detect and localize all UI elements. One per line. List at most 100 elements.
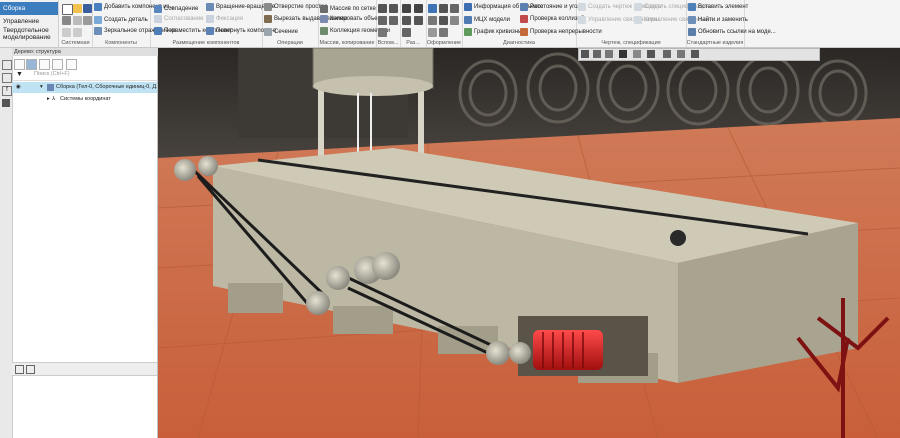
properties-icon[interactable] <box>2 73 12 83</box>
search-input[interactable]: Поиск (Ctrl+F) <box>34 71 70 77</box>
point-icon[interactable] <box>378 16 387 25</box>
group-placement: Совпадение Вращение-вращение Согласовани… <box>150 0 277 47</box>
filter-icon[interactable] <box>663 50 671 58</box>
group-label-standard: Стандартные изделия <box>686 40 744 46</box>
tree-group-icon[interactable] <box>52 59 63 70</box>
section-view-icon[interactable] <box>647 50 655 58</box>
curvature-graph-button[interactable]: График кривизны <box>464 28 522 36</box>
dimension-icon[interactable] <box>402 4 411 13</box>
distance-angle-button[interactable]: Расстояние и угол <box>520 3 581 11</box>
create-part-button[interactable]: Создать деталь <box>94 16 148 24</box>
compliance-button[interactable]: Согласование <box>154 15 203 23</box>
group-label-components: Компоненты <box>105 40 137 46</box>
tree-structure-icon[interactable] <box>26 59 37 70</box>
print-icon[interactable] <box>62 16 71 25</box>
group-label-design: Оформление <box>426 40 462 46</box>
group-auxiliary: Вспом... <box>376 0 401 47</box>
text-icon[interactable] <box>439 4 448 13</box>
distance-angle-label: Расстояние и угол <box>530 4 581 10</box>
info-icon <box>464 3 472 11</box>
redo-icon[interactable] <box>73 28 82 37</box>
update-links-label: Обновить ссылки на моде... <box>698 29 776 35</box>
cut-extrude-icon <box>264 15 272 23</box>
tree-toolbar <box>12 57 157 70</box>
group-label-system: Системная <box>61 40 90 46</box>
rotation-icon <box>206 3 214 11</box>
links-icon <box>578 16 586 24</box>
plane-icon[interactable] <box>378 4 387 13</box>
group-label-operations: Операции <box>277 40 303 46</box>
new-document-icon[interactable] <box>62 4 73 15</box>
tab-management[interactable]: Управление <box>0 17 58 26</box>
base-icon[interactable] <box>439 16 448 25</box>
display-style-icon[interactable] <box>633 50 641 58</box>
tree-sort-icon[interactable] <box>66 59 77 70</box>
camera-icon[interactable] <box>691 50 699 58</box>
insert-element-button[interactable]: Вставить элемент <box>688 3 748 11</box>
section-button[interactable]: Сечение <box>264 28 298 36</box>
rotate-view-icon[interactable] <box>605 50 613 58</box>
group-dimensions: Раз... <box>400 0 427 47</box>
assembly-icon <box>47 84 54 91</box>
model-viewport[interactable] <box>158 48 900 438</box>
save-icon[interactable] <box>83 4 92 13</box>
weld-icon[interactable] <box>428 28 437 37</box>
zoom-icon[interactable] <box>581 50 589 58</box>
fixation-button[interactable]: Фиксация <box>206 15 243 23</box>
group-label-array: Массив, копирование <box>319 40 375 46</box>
tree-search: ▼ Поиск (Ctrl+F) <box>12 70 157 81</box>
undo-icon[interactable] <box>62 28 71 37</box>
array-grid-label: Массив по сетке <box>330 6 376 12</box>
leader-icon[interactable] <box>428 16 437 25</box>
coord-system-icon: ⅄ <box>52 96 56 102</box>
tree-panel-icon[interactable] <box>2 60 12 70</box>
group-system: Системная <box>59 0 93 47</box>
mass-props-button[interactable]: МЦХ модели <box>464 16 510 24</box>
radius-icon[interactable] <box>402 16 411 25</box>
variables-icon[interactable]: f <box>2 86 12 96</box>
tree-view-icon[interactable] <box>15 365 24 374</box>
paste-icon[interactable] <box>83 16 92 25</box>
angle-dimension-icon[interactable] <box>414 4 423 13</box>
tree-item-coord-systems[interactable]: ▸ ⅄ Системы координат <box>12 94 157 105</box>
group-diagnostics: Информация об объекте Расстояние и угол … <box>462 0 602 47</box>
check-collisions-button[interactable]: Проверка коллизий <box>520 15 584 23</box>
axis-icon[interactable] <box>389 4 398 13</box>
mark-icon[interactable] <box>439 28 448 37</box>
insert-icon <box>688 3 696 11</box>
copy-objects-icon <box>320 15 328 23</box>
doc-view-icon[interactable] <box>26 365 35 374</box>
array-grid-button[interactable]: Массив по сетке <box>320 5 376 13</box>
lcs-icon[interactable] <box>378 28 387 37</box>
expand-arrow-icon[interactable]: ▾ <box>40 82 43 93</box>
roughness-icon[interactable] <box>450 4 459 13</box>
tree-item-assembly[interactable]: ◉ ▾ Сборка (Тел-0, Сборочные единиц-0, Д… <box>12 82 157 93</box>
coincidence-label: Совпадение <box>164 6 199 12</box>
find-replace-button[interactable]: Найти и заменить <box>688 16 748 24</box>
tree-list-icon[interactable] <box>39 59 50 70</box>
compliance-icon <box>154 15 162 23</box>
tree-filter-icon[interactable] <box>14 59 25 70</box>
linear-dim-icon[interactable] <box>402 28 411 37</box>
panel-bottom-toolbar <box>12 362 157 376</box>
move-icon <box>154 27 162 35</box>
viewport-toolbar <box>578 48 820 61</box>
snap-icon[interactable] <box>677 50 685 58</box>
tab-solid-modeling[interactable]: Твердотельное моделирование <box>0 26 58 42</box>
eye-icon[interactable]: ◉ <box>16 82 21 93</box>
tab-assembly[interactable]: Сборка <box>0 2 58 15</box>
pan-icon[interactable] <box>593 50 601 58</box>
orientation-icon[interactable] <box>619 50 627 58</box>
funnel-icon[interactable]: ▼ <box>16 71 23 78</box>
update-links-button[interactable]: Обновить ссылки на моде... <box>688 28 776 36</box>
layers-icon[interactable] <box>2 99 10 107</box>
line-icon[interactable] <box>389 16 398 25</box>
open-folder-icon[interactable] <box>73 4 82 13</box>
diameter-icon[interactable] <box>414 16 423 25</box>
designation-icon[interactable] <box>428 4 437 13</box>
tolerance-icon[interactable] <box>450 16 459 25</box>
collapse-arrow-icon[interactable]: ▸ <box>47 94 50 105</box>
hole-icon <box>264 3 272 11</box>
coincidence-button[interactable]: Совпадение <box>154 5 198 13</box>
copy-icon[interactable] <box>73 16 82 25</box>
